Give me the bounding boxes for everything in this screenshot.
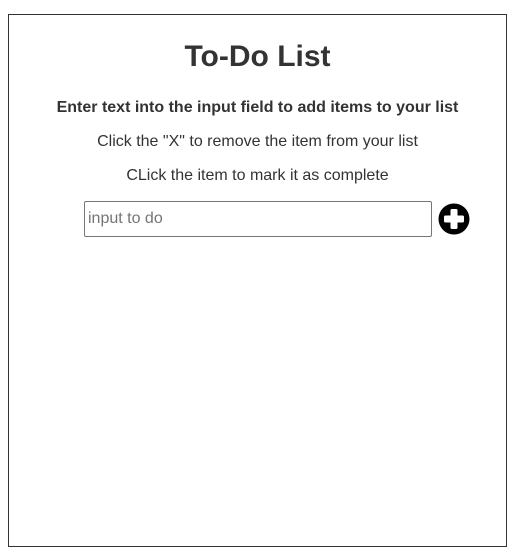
instruction-add: Enter text into the input field to add i… [56, 99, 459, 116]
add-item-button[interactable] [438, 203, 470, 235]
todo-card: To-Do List Enter text into the input fie… [8, 14, 507, 547]
plus-circle-icon [438, 203, 470, 235]
todo-input[interactable] [84, 201, 432, 237]
instruction-remove: Click the "X" to remove the item from yo… [97, 133, 418, 150]
instruction-complete: CLick the item to mark it as complete [126, 167, 389, 184]
page-title: To-Do List [184, 40, 331, 73]
